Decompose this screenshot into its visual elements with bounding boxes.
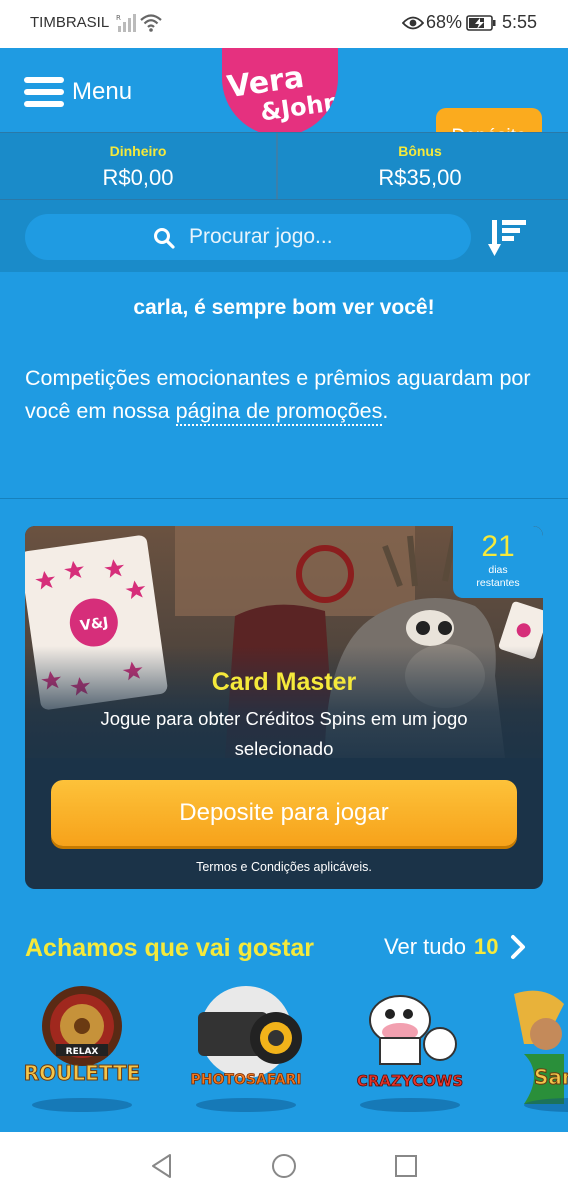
menu-button[interactable]: Menu: [24, 72, 132, 112]
battery-percent: 68%: [426, 12, 463, 32]
chevron-right-icon: [511, 935, 526, 959]
wifi-icon: [140, 14, 162, 32]
samba-carnival-game-icon: Sam Car: [514, 990, 568, 1104]
battery-icon: [466, 15, 496, 31]
system-nav-bar: [0, 1132, 568, 1200]
recents-icon[interactable]: [392, 1152, 420, 1180]
roulette-top-label: RELAX: [66, 1047, 99, 1057]
campaign-description: Jogue para obter Créditos Spins em um jo…: [100, 708, 468, 759]
days-label-2: restantes: [476, 577, 520, 589]
days-label-1: dias: [488, 564, 508, 576]
eye-icon: [402, 16, 424, 30]
divider: [0, 498, 568, 499]
menu-label: Menu: [72, 78, 133, 105]
days-number: 21: [481, 530, 515, 563]
money-balance[interactable]: Dinheiro R$0,00: [0, 133, 278, 199]
home-icon[interactable]: [270, 1152, 298, 1180]
clock: 5:55: [502, 12, 538, 32]
back-icon[interactable]: [148, 1152, 176, 1180]
see-all-count: 10: [473, 934, 499, 959]
deposit-to-play-button[interactable]: Deposite para jogar: [51, 780, 517, 846]
svg-text:R: R: [116, 14, 121, 22]
roulette-game-icon: RELAX ROULETTE: [23, 986, 141, 1086]
campaign-title: Card Master: [211, 668, 357, 696]
game-tile[interactable]: RELAX ROULETTE: [12, 984, 152, 1114]
terms-link[interactable]: Termos e Condições aplicáveis.: [25, 860, 543, 874]
money-value: R$0,00: [102, 165, 174, 190]
search-input[interactable]: [189, 222, 449, 252]
search-icon: [154, 228, 175, 249]
see-all-label: Ver tudo: [384, 934, 466, 959]
promo-message: Competições emocionantes e prêmios aguar…: [25, 362, 545, 428]
days-remaining-badge: 21 dias restantes: [453, 526, 543, 598]
crazycows-label: CRAZYCOWS: [357, 1072, 463, 1090]
game-tile[interactable]: PHOTOSAFARI: [176, 984, 316, 1114]
samba-label: Sam Car: [534, 1065, 568, 1089]
vera-john-logo[interactable]: Vera &John: [222, 48, 338, 136]
crazycows-game-icon: CRAZYCOWS: [356, 995, 464, 1090]
bonus-balance[interactable]: Bônus R$35,00: [278, 133, 562, 199]
search-field[interactable]: [25, 214, 471, 260]
greeting: carla, é sempre bom ver você!: [133, 296, 435, 319]
recommended-title: Achamos que vai gostar: [25, 934, 314, 962]
promotions-link[interactable]: página de promoções: [175, 399, 383, 426]
campaign-card[interactable]: V&J 21 dias restantes Card Master Jogue …: [25, 526, 543, 889]
hamburger-icon: [24, 75, 64, 109]
bonus-value: R$35,00: [378, 165, 462, 190]
search-bar: [0, 200, 568, 272]
status-bar: TIMBRASIL R 68% 5:55: [0, 0, 568, 48]
sort-icon[interactable]: [486, 214, 528, 260]
roulette-label: ROULETTE: [24, 1061, 140, 1085]
promo-end: .: [382, 399, 389, 423]
photosafari-game-icon: PHOTOSAFARI: [190, 986, 302, 1088]
game-carousel: RELAX ROULETTE PHOTOSAFARI CRAZYCOWS Sa: [0, 984, 568, 1120]
bonus-label: Bônus: [398, 143, 442, 159]
photosafari-label: PHOTOSAFARI: [190, 1072, 301, 1088]
money-label: Dinheiro: [109, 143, 167, 159]
carrier-name: TIMBRASIL: [30, 14, 110, 31]
game-tile[interactable]: Sam Car: [504, 984, 568, 1114]
see-all-link[interactable]: Ver tudo 10: [384, 934, 526, 960]
balance-bar: Dinheiro R$0,00 Bônus R$35,00: [0, 132, 568, 200]
signal-icon: R: [116, 14, 136, 32]
game-tile[interactable]: CRAZYCOWS: [340, 984, 480, 1114]
